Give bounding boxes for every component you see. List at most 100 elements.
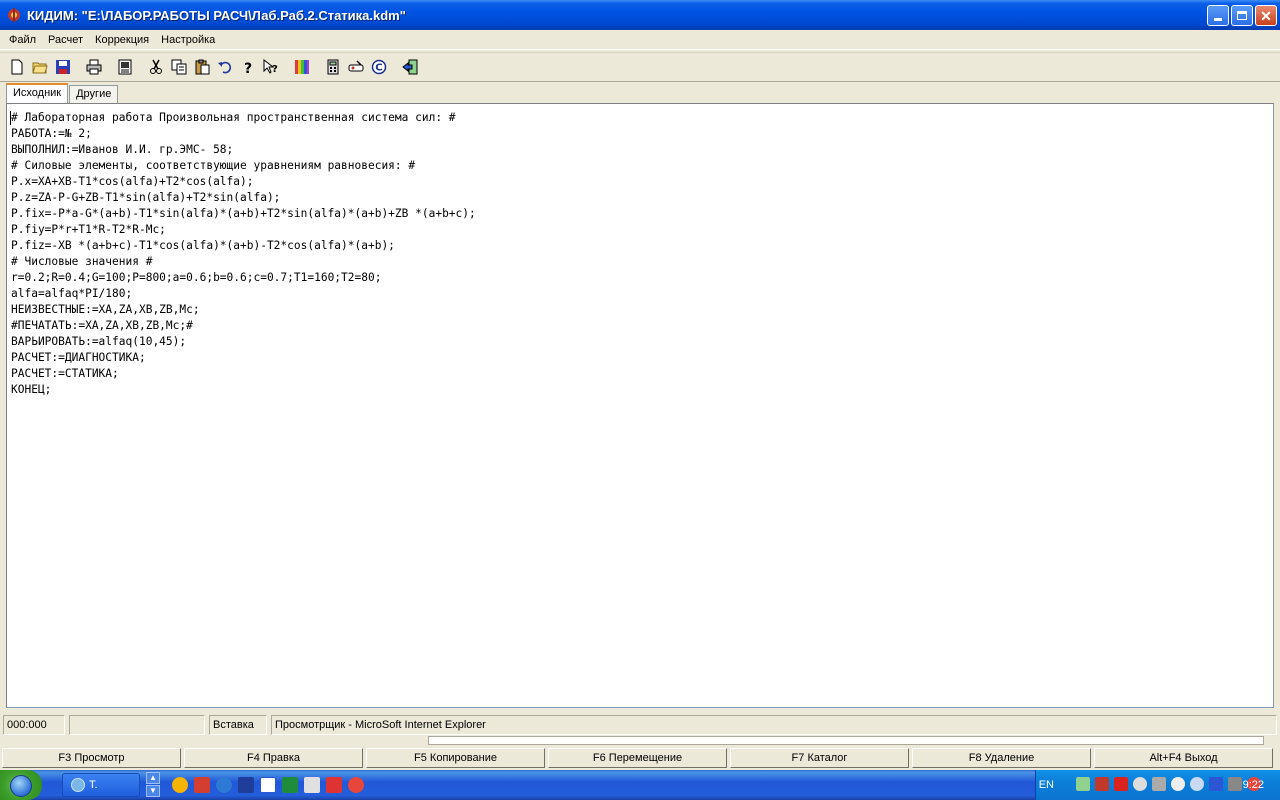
code-line[interactable]: P.x=XA+XB-T1*cos(alfa)+T2*cos(alfa); bbox=[11, 174, 1273, 190]
code-line[interactable]: НЕИЗВЕСТНЫЕ:=XA,ZA,XB,ZB,Mc; bbox=[11, 302, 1273, 318]
svg-text:C: C bbox=[375, 63, 382, 74]
acrobat-icon[interactable] bbox=[326, 777, 342, 793]
code-text[interactable]: # Лабораторная работа Произвольная прост… bbox=[7, 104, 1273, 398]
save-icon bbox=[56, 60, 70, 74]
ie-icon bbox=[71, 778, 85, 792]
taskbar-window-button[interactable]: Т. bbox=[62, 773, 140, 797]
ati-icon[interactable] bbox=[1095, 777, 1109, 791]
kidim-app-icon[interactable] bbox=[6, 7, 22, 23]
maximize-icon bbox=[1237, 11, 1247, 20]
scroll-up-icon[interactable]: ▲ bbox=[146, 772, 160, 784]
paste-button[interactable] bbox=[191, 56, 213, 78]
media-icon[interactable] bbox=[238, 777, 254, 793]
help-icon: ? bbox=[244, 61, 252, 75]
palette-icon bbox=[295, 60, 309, 74]
f8-delete-button[interactable]: F8 Удаление bbox=[912, 748, 1091, 768]
system-tray: 9:22 bbox=[1035, 770, 1280, 800]
code-line[interactable]: P.fiz=-XB *(a+b+c)-T1*cos(alfa)*(a+b)-T2… bbox=[11, 238, 1273, 254]
power-icon[interactable] bbox=[1190, 777, 1204, 791]
copyright-icon: C bbox=[371, 59, 387, 75]
tools-button[interactable] bbox=[345, 56, 367, 78]
f3-view-button[interactable]: F3 Просмотр bbox=[2, 748, 181, 768]
exit-button[interactable] bbox=[399, 56, 421, 78]
menu-file[interactable]: Файл bbox=[3, 31, 42, 49]
tab-strip: Исходник Другие bbox=[6, 83, 119, 103]
update-icon[interactable] bbox=[348, 777, 364, 793]
open-folder-icon bbox=[32, 62, 48, 74]
copy-button[interactable] bbox=[168, 56, 190, 78]
code-editor[interactable]: # Лабораторная работа Произвольная прост… bbox=[6, 103, 1274, 708]
speaker-icon[interactable] bbox=[1152, 777, 1166, 791]
help-button[interactable]: ? bbox=[237, 56, 259, 78]
kidim-window: КИДИМ: "E:\ЛАБОР.РАБОТЫ РАСЧ\Лаб.Раб.2.С… bbox=[0, 0, 1280, 800]
context-help-button[interactable]: ? bbox=[260, 56, 282, 78]
code-line[interactable]: alfa=alfaq*PI/180; bbox=[11, 286, 1273, 302]
bluetooth-icon[interactable] bbox=[1209, 777, 1223, 791]
tab-other[interactable]: Другие bbox=[69, 85, 119, 103]
app-a-icon[interactable] bbox=[172, 777, 188, 793]
document-icon[interactable] bbox=[304, 777, 320, 793]
palette-button[interactable] bbox=[291, 56, 313, 78]
code-line[interactable]: РАБОТА:=№ 2; bbox=[11, 126, 1273, 142]
maximize-button[interactable] bbox=[1231, 5, 1253, 26]
code-line[interactable]: # Силовые элементы, соответствующие урав… bbox=[11, 158, 1273, 174]
code-line[interactable]: r=0.2;R=0.4;G=100;P=800;a=0.6;b=0.6;c=0.… bbox=[11, 270, 1273, 286]
print-button[interactable] bbox=[83, 56, 105, 78]
code-line[interactable]: РАСЧЕТ:=ДИАГНОСТИКА; bbox=[11, 350, 1273, 366]
f4-edit-button[interactable]: F4 Правка bbox=[184, 748, 363, 768]
menu-calc[interactable]: Расчет bbox=[42, 31, 89, 49]
title-bar[interactable]: КИДИМ: "E:\ЛАБОР.РАБОТЫ РАСЧ\Лаб.Раб.2.С… bbox=[0, 0, 1280, 30]
word-icon[interactable] bbox=[260, 777, 276, 793]
code-line[interactable]: P.fiy=P*r+T1*R-T2*R-Mc; bbox=[11, 222, 1273, 238]
f7-catalog-button[interactable]: F7 Каталог bbox=[730, 748, 909, 768]
code-line[interactable]: ВАРЬИРОВАТЬ:=alfaq(10,45); bbox=[11, 334, 1273, 350]
code-line[interactable]: # Числовые значения # bbox=[11, 254, 1273, 270]
code-line[interactable]: #ПЕЧАТАТЬ:=XA,ZA,XB,ZB,Mc;# bbox=[11, 318, 1273, 334]
hardware-icon[interactable] bbox=[1171, 777, 1185, 791]
function-key-bar: F3 Просмотр F4 Правка F5 Копирование F6 … bbox=[0, 748, 1280, 770]
code-line[interactable]: РАСЧЕТ:=СТАТИКА; bbox=[11, 366, 1273, 382]
new-file-icon bbox=[11, 59, 23, 75]
language-indicator[interactable]: EN bbox=[1039, 770, 1054, 800]
preview-button[interactable] bbox=[114, 56, 136, 78]
internet-explorer-icon[interactable] bbox=[216, 777, 232, 793]
window-title: КИДИМ: "E:\ЛАБОР.РАБОТЫ РАСЧ\Лаб.Раб.2.С… bbox=[27, 7, 406, 23]
undo-button[interactable] bbox=[214, 56, 236, 78]
f5-copy-button[interactable]: F5 Копирование bbox=[366, 748, 545, 768]
save-quick-icon[interactable] bbox=[194, 777, 210, 793]
copyright-button[interactable]: C bbox=[368, 56, 390, 78]
new-file-button[interactable] bbox=[6, 56, 28, 78]
signal-icon[interactable] bbox=[1076, 777, 1090, 791]
monitor-icon[interactable] bbox=[1228, 777, 1242, 791]
scroll-down-icon[interactable]: ▼ bbox=[146, 785, 160, 797]
tab-source[interactable]: Исходник bbox=[6, 83, 69, 103]
tray-icons bbox=[1076, 777, 1261, 791]
volume-icon[interactable] bbox=[1133, 777, 1147, 791]
code-line[interactable]: P.fix=-P*a-G*(a+b)-T1*sin(alfa)*(a+b)+T2… bbox=[11, 206, 1273, 222]
calculator-button[interactable] bbox=[322, 56, 344, 78]
open-button[interactable] bbox=[29, 56, 51, 78]
code-line[interactable]: ВЫПОЛНИЛ:=Иванов И.И. гр.ЭМС- 58; bbox=[11, 142, 1273, 158]
taskbar: Т. ▲ ▼ 9:22 EN bbox=[0, 770, 1280, 800]
status-viewer: Просмотрщик - MicroSoft Internet Explore… bbox=[271, 715, 1277, 735]
toolbar: ? ? C bbox=[0, 52, 1280, 82]
print-icon bbox=[86, 59, 102, 75]
menu-settings[interactable]: Настройка bbox=[155, 31, 221, 49]
menu-correction[interactable]: Коррекция bbox=[89, 31, 155, 49]
status-bar: 000:000 Вставка Просмотрщик - MicroSoft … bbox=[0, 714, 1280, 736]
text-caret bbox=[10, 111, 11, 125]
code-line[interactable]: P.z=ZA-P-G+ZB-T1*sin(alfa)+T2*sin(alfa); bbox=[11, 190, 1273, 206]
ati-catalyst-icon[interactable] bbox=[1114, 777, 1128, 791]
clock[interactable]: 9:22 bbox=[1243, 770, 1264, 800]
context-help-icon: ? bbox=[263, 59, 278, 75]
start-button[interactable] bbox=[0, 770, 42, 800]
alt-f4-exit-button[interactable]: Alt+F4 Выход bbox=[1094, 748, 1273, 768]
close-button[interactable]: ✕ bbox=[1255, 5, 1277, 26]
code-line[interactable]: КОНЕЦ; bbox=[11, 382, 1273, 398]
f6-move-button[interactable]: F6 Перемещение bbox=[548, 748, 727, 768]
cut-button[interactable] bbox=[145, 56, 167, 78]
code-line[interactable]: # Лабораторная работа Произвольная прост… bbox=[11, 110, 1273, 126]
minimize-button[interactable] bbox=[1207, 5, 1229, 26]
excel-icon[interactable] bbox=[282, 777, 298, 793]
save-button[interactable] bbox=[52, 56, 74, 78]
